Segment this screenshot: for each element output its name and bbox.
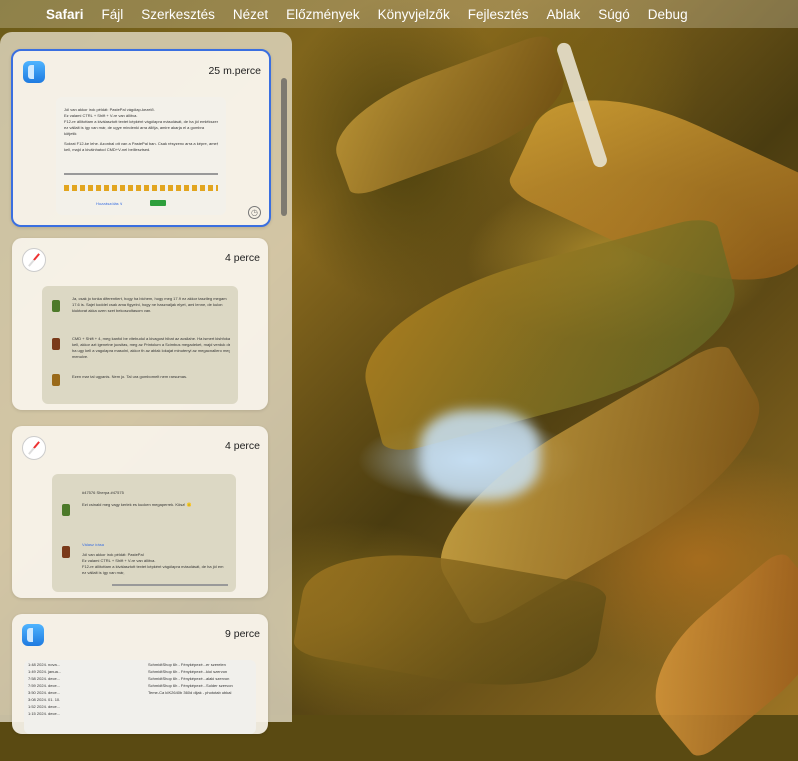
thumb-text: Ez valami CTRL + Shift + V-re van állítv… [64, 113, 138, 118]
thumb-text: 1:52 2024. dece... [28, 704, 61, 709]
thumb-text: Jól van akkor írok példát: PastePal [82, 552, 144, 557]
thumb-text: SchmidtShop 6h - Fényképezé...er szerele… [148, 662, 226, 667]
clip-time: 4 perce [224, 252, 260, 264]
menu-debug[interactable]: Debug [640, 7, 698, 22]
clip-thumbnail: Ja, csak jo tonka diferentiert, hogy ha … [42, 286, 238, 404]
thumb-emoji-row [64, 185, 218, 191]
thumb-text: 3:50 2024. dece... [28, 690, 61, 695]
clipboard-history-sidebar: 25 m.perce Jól van akkor írok példát: Pa… [0, 32, 292, 734]
menu-edit[interactable]: Szerkesztés [133, 7, 225, 22]
clip-card[interactable]: 4 perce Ja, csak jo tonka diferentiert, … [12, 238, 268, 410]
menu-help[interactable]: Súgó [590, 7, 640, 22]
menu-history[interactable]: Előzmények [278, 7, 370, 22]
thumb-text: SchmidtShop 6h - Fényképezé...Solder sze… [148, 683, 233, 688]
thumb-avatar [52, 300, 60, 312]
clip-thumbnail: #47576 Sherpa #47575 Ezt csinald meg vag… [52, 474, 236, 592]
thumb-text: kiuktorat akka ozen szet bekoszoltasom v… [72, 308, 152, 313]
thumb-text: Jól van akkor írok példát: PastePal vágó… [64, 107, 155, 112]
clip-card[interactable]: 9 perce 1:48 2024. nova... 1:49 2024. ja… [12, 614, 268, 734]
menu-window[interactable]: Ablak [538, 7, 590, 22]
safari-icon [22, 436, 46, 460]
menu-file[interactable]: Fájl [94, 7, 134, 22]
thumb-text: SchmidtShop 6h - Fényképezé...kioi szerv… [148, 669, 228, 674]
thumb-text: 1:48 2024. nova... [28, 662, 61, 667]
thumb-avatar [62, 504, 70, 516]
menu-develop[interactable]: Fejlesztés [460, 7, 539, 22]
finder-icon [23, 61, 45, 83]
finder-icon [22, 624, 44, 646]
thumb-avatar [52, 338, 60, 350]
thumb-text: kell, akkor azt igenetne jucsitas, meg a… [72, 342, 230, 347]
clip-time: 9 perce [224, 628, 260, 640]
thumb-text: Sokrat F12-ke lehe. Azonbal ott van a Pa… [64, 141, 218, 146]
menu-bar: Safari Fájl Szerkesztés Nézet Előzmények… [0, 0, 798, 28]
menu-view[interactable]: Nézet [225, 7, 278, 22]
clip-time: 4 perce [224, 440, 260, 452]
thumb-toolbar [64, 173, 218, 175]
thumb-text: ez vállalt is így van már, [82, 570, 125, 575]
thumb-text: CMD + Shift + 4, meg kanfol be vitebudul… [72, 336, 230, 341]
clip-card[interactable]: 4 perce #47576 Sherpa #47575 Ezt csinald… [12, 426, 268, 598]
thumb-text: 1:15 2024. dece... [28, 711, 61, 716]
thumb-text: SchmidtShop 6h - Fényképezé...alaki szer… [148, 676, 230, 681]
thumb-text: kötjetik [64, 131, 77, 136]
thumb-toolbar [112, 584, 228, 586]
thumb-text: 3:08 2024. 01. 10. [28, 697, 61, 702]
wallpaper-sky-patch [420, 410, 540, 500]
clip-time: 25 m.perce [208, 65, 261, 77]
thumb-text: Ja, csak jo tonka diferentiert, hogy ha … [72, 296, 227, 301]
thumb-text: Teme-Ca kIK2640b 360d dijak - phototab u… [148, 690, 232, 695]
menu-bookmarks[interactable]: Könyvjelzők [370, 7, 460, 22]
thumb-text: Ezt csinald meg vagy kerlek es kucken me… [82, 502, 192, 507]
clip-thumbnail: Jól van akkor írok példát: PastePal vágó… [56, 97, 226, 215]
thumb-text: F12-re állítottam a kiválasztott textet … [64, 119, 218, 124]
thumb-text: ez vállalt is így van már, de ugye minde… [64, 125, 205, 130]
thumb-text: 7:59 2024. dece... [28, 683, 61, 688]
clip-card[interactable]: 25 m.perce Jól van akkor írok példát: Pa… [11, 49, 271, 227]
thumb-text: kell, majd a kiválnhatod CMD+V-nel beill… [64, 147, 151, 152]
thumb-text: 17.6 is. Sajel koddel csak ama figyelni,… [72, 302, 223, 307]
wallpaper-leaf [628, 548, 798, 761]
clock-icon: ◷ [248, 206, 261, 219]
thumb-text: 1:49 2024. janua... [28, 669, 62, 674]
thumb-text: Ez valami CTRL + Shift + V-re van állítv… [82, 558, 156, 563]
thumb-text: 7:58 2024. dece... [28, 676, 61, 681]
clip-thumbnail: 1:48 2024. nova... 1:49 2024. janua... 7… [24, 660, 256, 734]
menu-safari[interactable]: Safari [38, 7, 94, 22]
thumb-text: Válasz írása [82, 542, 105, 547]
thumb-text: Ezen mar tal ugyanis. Nem jo. Tal ura go… [72, 374, 188, 379]
thumb-text: F12-re állítottam a kiválasztott textet … [82, 564, 224, 569]
thumb-avatar [52, 374, 60, 386]
thumb-text: ha ugy kell a vagolapra masolni, akkor t… [72, 348, 230, 353]
thumb-send-button [150, 200, 166, 206]
thumb-avatar [62, 546, 70, 558]
sidebar-scrollbar[interactable] [281, 78, 287, 216]
thumb-text: #47576 Sherpa #47575 [82, 490, 124, 495]
thumb-text: menulve. [72, 354, 89, 359]
safari-icon [22, 248, 46, 272]
